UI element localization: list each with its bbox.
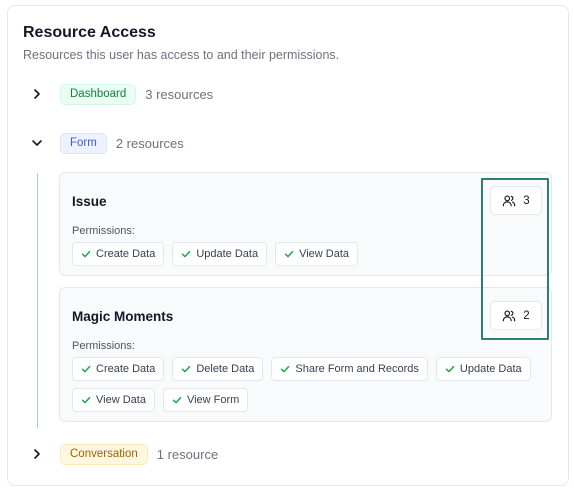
permissions-label: Permissions: xyxy=(72,225,135,237)
permission-label: Update Data xyxy=(196,248,259,260)
group-dashboard[interactable]: Dashboard 3 resources xyxy=(28,83,213,105)
permission-label: View Data xyxy=(96,394,146,406)
group-badge-form: Form xyxy=(60,132,107,154)
check-icon xyxy=(181,249,191,259)
group-form[interactable]: Form 2 resources xyxy=(28,132,184,154)
check-icon xyxy=(172,395,182,405)
permission-list: Create Data Update Data View Data xyxy=(72,242,542,266)
users-icon xyxy=(502,309,516,323)
permission-label: Delete Data xyxy=(196,363,255,375)
group-count-conversation: 1 resource xyxy=(156,446,219,462)
permission-label: Create Data xyxy=(96,363,156,375)
group-count-form: 2 resources xyxy=(115,135,184,151)
check-icon xyxy=(445,364,455,374)
resource-access-card: Resource Access Resources this user has … xyxy=(7,5,569,486)
chevron-right-icon[interactable] xyxy=(28,85,46,103)
group-count-dashboard: 3 resources xyxy=(145,86,214,102)
card-subtitle: Resources this user has access to and th… xyxy=(23,48,340,62)
tree-guide-line xyxy=(37,173,38,428)
check-icon xyxy=(280,364,290,374)
permission-chip: Delete Data xyxy=(172,357,264,381)
permission-label: View Data xyxy=(299,248,350,260)
permission-label: Share Form and Records xyxy=(295,363,419,375)
check-icon xyxy=(81,364,91,374)
users-count: 2 xyxy=(523,309,530,322)
check-icon xyxy=(181,364,191,374)
permission-chip: View Data xyxy=(72,388,155,412)
chevron-right-icon[interactable] xyxy=(28,445,46,463)
resource-card-magic-moments: Magic Moments Permissions: Create Data D… xyxy=(59,287,552,422)
check-icon xyxy=(284,249,294,259)
permission-chip: Share Form and Records xyxy=(271,357,428,381)
users-icon xyxy=(502,194,516,208)
permission-chip: Update Data xyxy=(435,357,531,381)
permission-chip: View Form xyxy=(162,388,249,412)
permission-label: Create Data xyxy=(96,248,156,260)
group-conversation[interactable]: Conversation 1 resource xyxy=(28,443,218,465)
permission-chip: Create Data xyxy=(72,242,165,266)
permissions-label: Permissions: xyxy=(72,340,135,352)
permission-chip: View Data xyxy=(275,242,359,266)
resource-card-issue: Issue Permissions: Create Data Update Da… xyxy=(59,172,552,276)
chevron-down-icon[interactable] xyxy=(28,134,46,152)
group-badge-dashboard: Dashboard xyxy=(60,83,137,105)
card-title: Resource Access xyxy=(23,24,156,41)
group-badge-conversation: Conversation xyxy=(60,443,148,465)
resource-name: Magic Moments xyxy=(72,309,174,324)
permission-chip: Update Data xyxy=(172,242,268,266)
resource-name: Issue xyxy=(72,194,107,209)
users-count-button[interactable]: 2 xyxy=(490,301,542,330)
users-count-button[interactable]: 3 xyxy=(490,186,542,215)
permission-chip: Create Data xyxy=(72,357,165,381)
permission-label: Update Data xyxy=(459,363,522,375)
permission-label: View Form xyxy=(186,394,240,406)
check-icon xyxy=(81,249,91,259)
permission-list: Create Data Delete Data Share Form and R… xyxy=(72,357,542,412)
users-count: 3 xyxy=(523,194,530,207)
check-icon xyxy=(81,395,91,405)
